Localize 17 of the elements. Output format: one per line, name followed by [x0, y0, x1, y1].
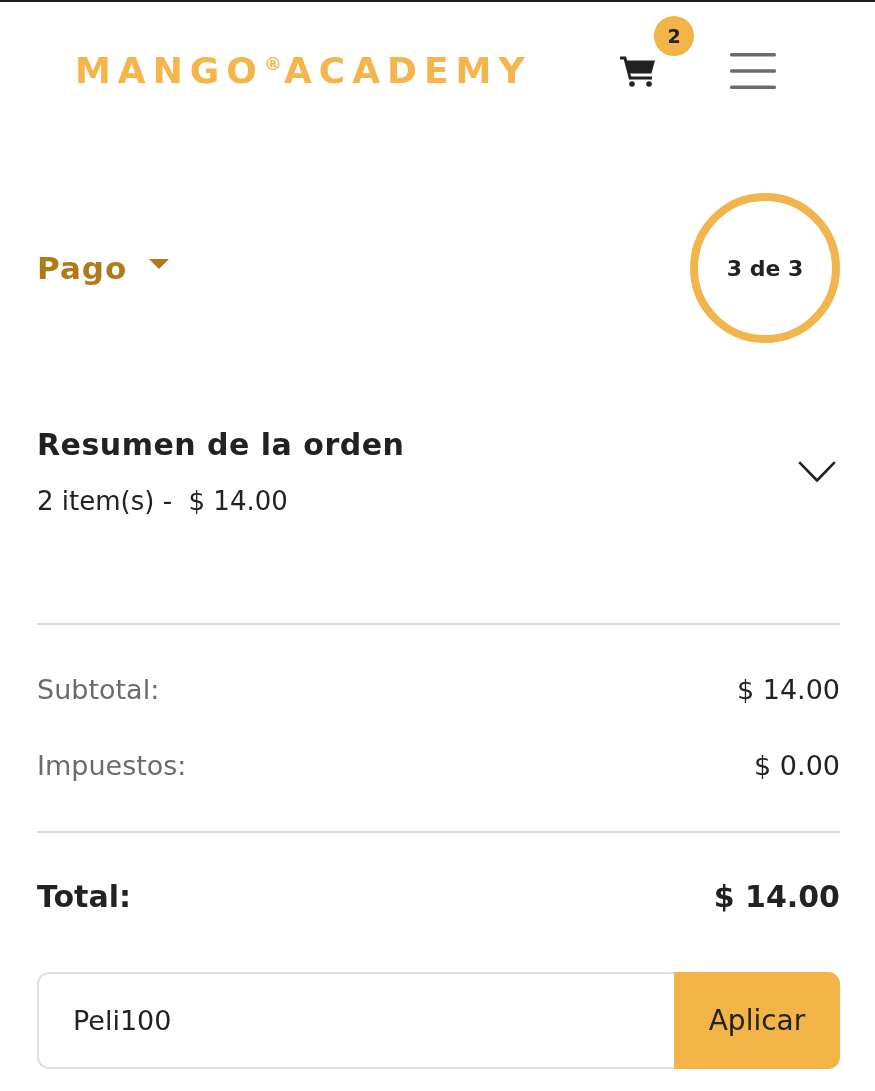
total-value: $ 14.00 — [713, 878, 840, 916]
price-value: $ 0.00 — [754, 749, 840, 783]
order-summary-detail: 2 item(s) - $ 14.00 — [37, 485, 289, 518]
price-label: Subtotal: — [37, 673, 160, 707]
coupon-code-field[interactable]: Peli100 — [37, 972, 674, 1069]
apply-button[interactable]: Aplicar — [674, 972, 840, 1069]
price-value: $ 14.00 — [736, 673, 840, 707]
order-summary-title: Resumen de la orden — [37, 426, 405, 464]
chevron-down-icon[interactable] — [798, 461, 836, 483]
caret-down-icon — [149, 259, 170, 269]
step-dropdown[interactable]: Pago — [37, 249, 170, 287]
step-counter: 3 de 3 — [690, 193, 840, 343]
cart-icon[interactable] — [620, 55, 656, 87]
price-label: Impuestos: — [37, 749, 187, 783]
total-label: Total: — [37, 878, 131, 916]
cart-count-badge: 2 — [654, 16, 694, 56]
menu-icon[interactable] — [730, 53, 776, 89]
